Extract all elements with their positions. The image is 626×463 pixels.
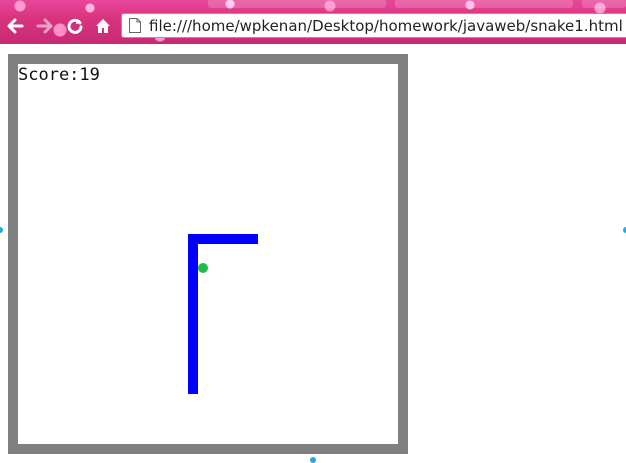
page-icon xyxy=(129,18,141,33)
browser-toolbar: file:///home/wpkenan/Desktop/homework/ja… xyxy=(0,0,626,44)
home-button[interactable] xyxy=(94,17,112,35)
back-button[interactable] xyxy=(6,17,24,35)
reload-button[interactable] xyxy=(66,17,84,35)
game-canvas[interactable]: Score:19 xyxy=(8,54,408,454)
resize-handle-bottom[interactable] xyxy=(310,457,316,463)
url-text: file:///home/wpkenan/Desktop/homework/ja… xyxy=(149,17,623,35)
arrow-right-icon xyxy=(36,18,53,34)
resize-handle-left[interactable] xyxy=(0,227,3,233)
food-dot xyxy=(198,263,208,273)
browser-tab[interactable] xyxy=(208,0,386,8)
score-label: Score:19 xyxy=(18,65,100,85)
game-field: Score:19 xyxy=(18,64,398,444)
arrow-left-icon xyxy=(7,18,24,34)
snake-body-vertical xyxy=(188,234,198,394)
browser-window: file:///home/wpkenan/Desktop/homework/ja… xyxy=(0,0,626,463)
address-bar[interactable]: file:///home/wpkenan/Desktop/homework/ja… xyxy=(121,13,626,38)
browser-tab[interactable] xyxy=(395,0,573,8)
tab-strip xyxy=(0,0,626,8)
snake-body-horizontal xyxy=(188,234,258,244)
page-content: Score:19 xyxy=(0,44,626,463)
browser-tab[interactable] xyxy=(582,0,626,8)
reload-icon xyxy=(67,18,83,34)
home-icon xyxy=(96,19,110,33)
forward-button[interactable] xyxy=(36,17,54,35)
